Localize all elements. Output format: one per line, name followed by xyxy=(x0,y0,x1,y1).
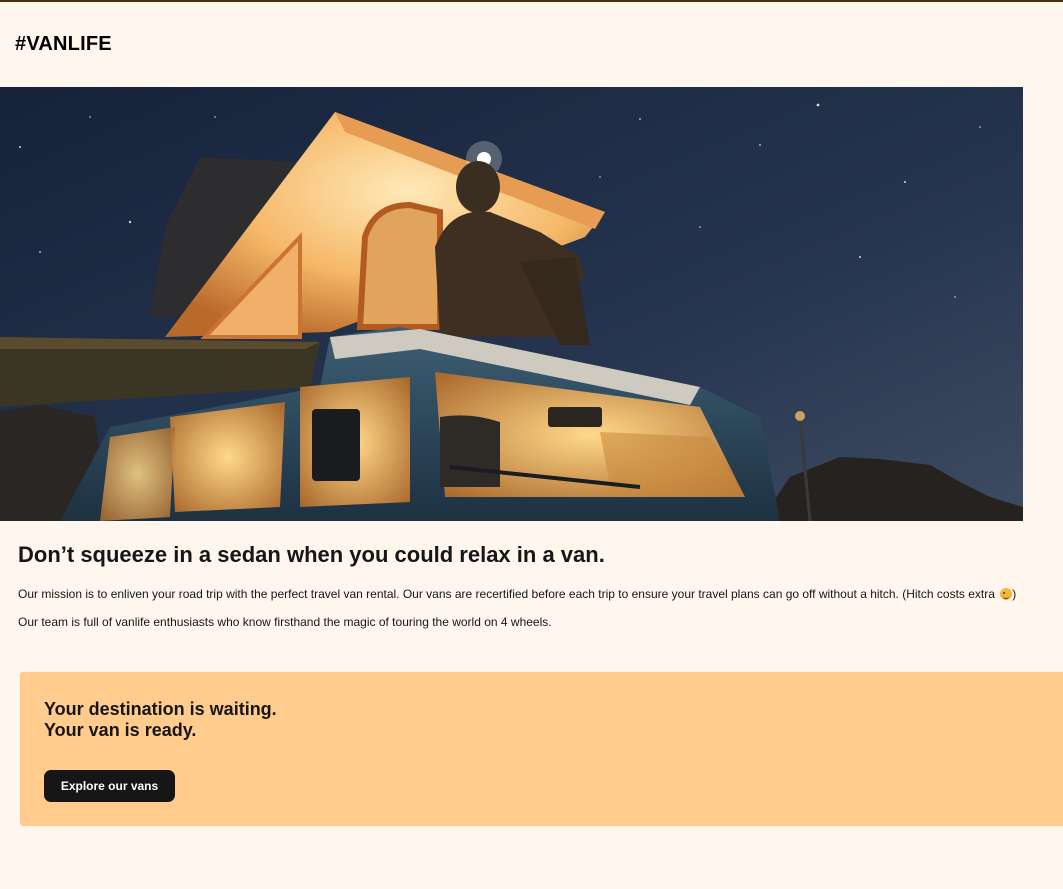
explore-vans-button[interactable]: Explore our vans xyxy=(44,770,175,802)
cta-line-1: Your destination is waiting. xyxy=(44,699,277,719)
hero-image xyxy=(0,87,1023,521)
cta-banner: Your destination is waiting. Your van is… xyxy=(20,672,1063,826)
site-logo[interactable]: #VANLIFE xyxy=(15,33,112,56)
page-title: Don’t squeeze in a sedan when you could … xyxy=(18,542,605,567)
mission-text: Our mission is to enliven your road trip… xyxy=(18,587,999,601)
winking-face-icon xyxy=(1000,588,1013,600)
mission-paragraph: Our mission is to enliven your road trip… xyxy=(18,587,1016,601)
mission-close: ) xyxy=(1012,587,1017,601)
cta-heading: Your destination is waiting. Your van is… xyxy=(44,699,277,741)
site-header: #VANLIFE xyxy=(0,2,1063,85)
cta-line-2: Your van is ready. xyxy=(44,720,197,740)
team-paragraph: Our team is full of vanlife enthusiasts … xyxy=(18,615,552,629)
main-content: Don’t squeeze in a sedan when you could … xyxy=(18,542,1058,629)
